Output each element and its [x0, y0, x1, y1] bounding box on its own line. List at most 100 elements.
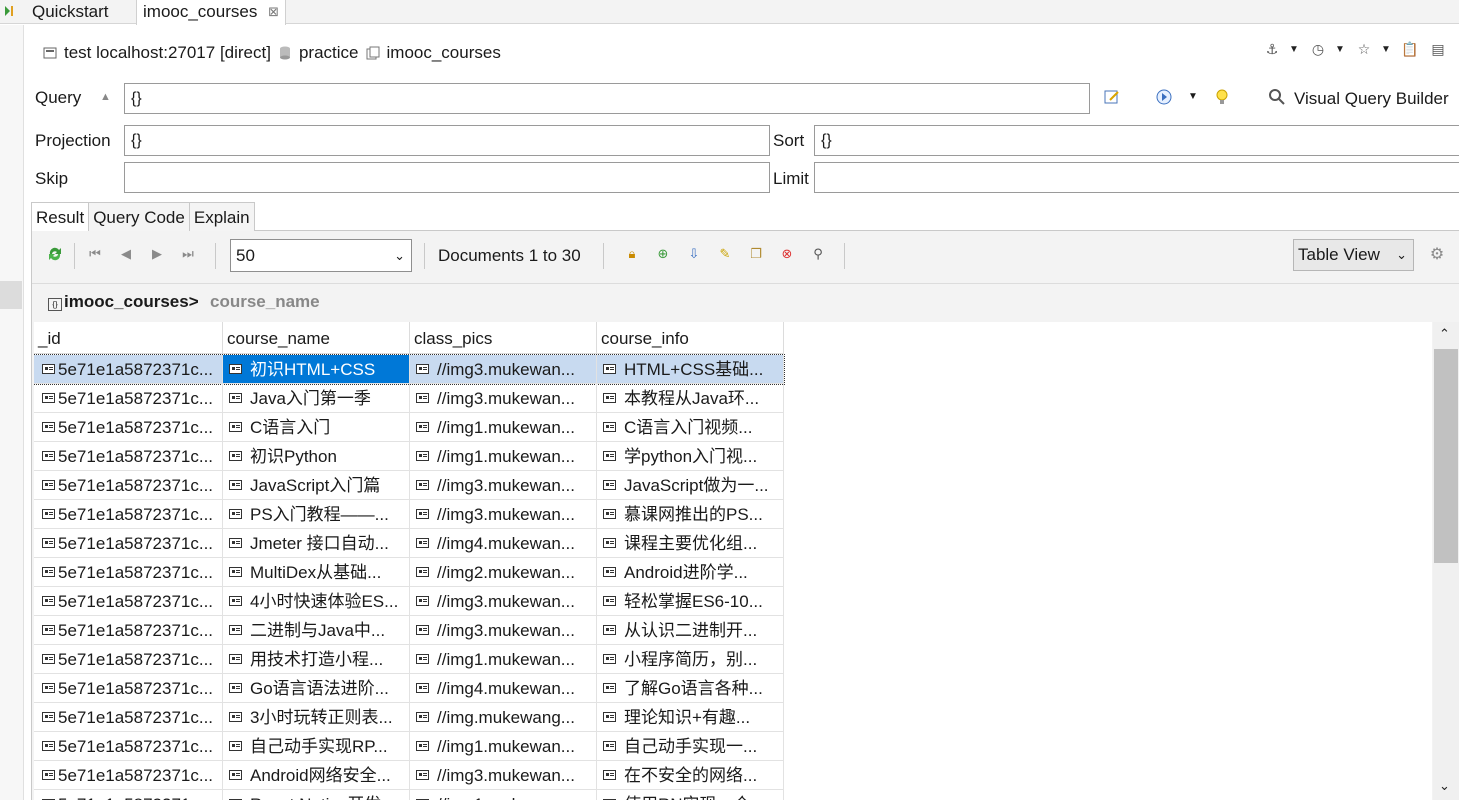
cell-course-name[interactable]: 初识HTML+CSS — [223, 355, 410, 384]
cell-course-name[interactable]: C语言入门 — [223, 413, 410, 442]
cell-id[interactable]: 5e71e1a5872371c... — [34, 616, 223, 645]
database-name[interactable]: practice — [299, 43, 359, 63]
table-row[interactable]: 5e71e1a5872371c... Java入门第一季 //img3.mukewa… — [34, 384, 784, 413]
cell-class-pics[interactable]: //img3.mukewan... — [410, 355, 597, 384]
table-row[interactable]: 5e71e1a5872371c... 3小时玩转正则表... //img.mukew… — [34, 703, 784, 732]
table-row[interactable]: 5e71e1a5872371c... PS入门教程——... //img3.muke… — [34, 500, 784, 529]
table-row[interactable]: 5e71e1a5872371c... 初识HTML+CSS //img3.mukew… — [34, 354, 785, 385]
cell-course-info[interactable]: 小程序简历，别... — [597, 645, 784, 674]
next-page-icon[interactable]: ▶ — [148, 245, 166, 263]
tab-explain[interactable]: Explain — [188, 202, 255, 231]
column-header-course-info[interactable]: course_info — [597, 322, 784, 354]
cell-id[interactable]: 5e71e1a5872371c... — [34, 529, 223, 558]
table-row[interactable]: 5e71e1a5872371c... JavaScript入门篇 //img3.mu… — [34, 471, 784, 500]
find-icon[interactable]: ⚲ — [809, 245, 827, 263]
chevron-down-icon[interactable]: ▼ — [1289, 44, 1301, 55]
cell-course-info[interactable]: 使用RN实现一个... — [597, 790, 784, 800]
first-page-icon[interactable]: ⏮ — [86, 245, 104, 263]
cell-class-pics[interactable]: //img1.mukewan... — [410, 645, 597, 674]
insert-json-icon[interactable]: ⇩ — [685, 245, 703, 263]
cell-id[interactable]: 5e71e1a5872371c... — [34, 558, 223, 587]
skip-input[interactable] — [124, 162, 770, 193]
column-header-id[interactable]: _id — [34, 322, 223, 354]
delete-document-icon[interactable]: ⊗ — [778, 245, 796, 263]
cell-course-info[interactable]: 自己动手实现一... — [597, 732, 784, 761]
scrollbar-thumb[interactable] — [1434, 349, 1458, 563]
table-row[interactable]: 5e71e1a5872371c... C语言入门 //img1.mukewan...… — [34, 413, 784, 442]
cell-course-name[interactable]: 3小时玩转正则表... — [223, 703, 410, 732]
query-input[interactable]: {} — [124, 83, 1090, 114]
table-row[interactable]: 5e71e1a5872371c... React Native开发... //img… — [34, 790, 784, 800]
cell-id[interactable]: 5e71e1a5872371c... — [34, 645, 223, 674]
cell-class-pics[interactable]: //img3.mukewan... — [410, 587, 597, 616]
refresh-icon[interactable] — [46, 245, 64, 263]
table-row[interactable]: 5e71e1a5872371c... MultiDex从基础... //img2.m… — [34, 558, 784, 587]
scroll-down-icon[interactable]: ⌄ — [1439, 778, 1450, 794]
cell-course-name[interactable]: PS入门教程——... — [223, 500, 410, 529]
cell-course-name[interactable]: Jmeter 接口自动... — [223, 529, 410, 558]
cell-course-info[interactable]: Android进阶学... — [597, 558, 784, 587]
cell-course-info[interactable]: 本教程从Java环... — [597, 384, 784, 413]
cell-course-info[interactable]: 了解Go语言各种... — [597, 674, 784, 703]
cell-id[interactable]: 5e71e1a5872371c... — [34, 355, 223, 384]
projection-input[interactable]: {} — [124, 125, 770, 156]
collection-name[interactable]: imooc_courses — [387, 43, 501, 63]
lock-icon[interactable]: 🔒︎ — [623, 245, 641, 263]
limit-input[interactable] — [814, 162, 1459, 193]
cell-id[interactable]: 5e71e1a5872371c... — [34, 674, 223, 703]
table-row[interactable]: 5e71e1a5872371c... 用技术打造小程... //img1.mukew… — [34, 645, 784, 674]
cell-course-name[interactable]: Go语言语法进阶... — [223, 674, 410, 703]
page-size-select[interactable]: 50 ⌄ — [230, 239, 412, 272]
cell-id[interactable]: 5e71e1a5872371c... — [34, 413, 223, 442]
cell-id[interactable]: 5e71e1a5872371c... — [34, 761, 223, 790]
sort-input[interactable]: {} — [814, 125, 1459, 156]
path-collection[interactable]: imooc_courses> — [64, 292, 199, 312]
cell-class-pics[interactable]: //img3.mukewan... — [410, 616, 597, 645]
cell-id[interactable]: 5e71e1a5872371c... — [34, 471, 223, 500]
collapse-icon[interactable]: ▲ — [100, 91, 111, 103]
lightbulb-icon[interactable] — [1214, 88, 1230, 106]
cell-course-info[interactable]: 慕课网推出的PS... — [597, 500, 784, 529]
paste-icon[interactable]: ▤ — [1427, 38, 1449, 60]
cell-class-pics[interactable]: //img4.mukewan... — [410, 674, 597, 703]
cell-id[interactable]: 5e71e1a5872371c... — [34, 384, 223, 413]
cell-course-info[interactable]: 课程主要优化组... — [597, 529, 784, 558]
table-row[interactable]: 5e71e1a5872371c... 初识Python //img1.mukewan… — [34, 442, 784, 471]
table-row[interactable]: 5e71e1a5872371c... 4小时快速体验ES... //img3.muk… — [34, 587, 784, 616]
cell-class-pics[interactable]: //img3.mukewan... — [410, 500, 597, 529]
cell-class-pics[interactable]: //img1.mukewan... — [410, 413, 597, 442]
run-query-icon[interactable] — [1155, 88, 1173, 106]
cell-course-info[interactable]: 学python入门视... — [597, 442, 784, 471]
cell-course-info[interactable]: 轻松掌握ES6-10... — [597, 587, 784, 616]
table-row[interactable]: 5e71e1a5872371c... Android网络安全... //img3.m… — [34, 761, 784, 790]
connection-name[interactable]: test localhost:27017 [direct] — [64, 43, 271, 63]
chevron-down-icon[interactable]: ▼ — [1188, 91, 1198, 102]
vertical-scrollbar[interactable]: ⌃ ⌄ — [1433, 322, 1459, 800]
cell-id[interactable]: 5e71e1a5872371c... — [34, 587, 223, 616]
star-icon[interactable]: ☆ — [1353, 38, 1375, 60]
cell-class-pics[interactable]: //img1.mukewan... — [410, 732, 597, 761]
cell-course-name[interactable]: Android网络安全... — [223, 761, 410, 790]
edit-document-icon[interactable]: ✎ — [716, 245, 734, 263]
scroll-up-icon[interactable]: ⌃ — [1439, 326, 1450, 342]
tab-imooc-courses[interactable]: imooc_courses ⊠ — [136, 0, 286, 25]
settings-gear-icon[interactable]: ⚙ — [1428, 245, 1446, 263]
add-document-icon[interactable]: ⊕ — [654, 245, 672, 263]
view-mode-select[interactable]: Table View ⌄ — [1293, 239, 1414, 271]
cell-class-pics[interactable]: //img3.mukewan... — [410, 761, 597, 790]
tab-query-code[interactable]: Query Code — [88, 202, 190, 231]
visual-query-builder-button[interactable]: Visual Query Builder — [1294, 86, 1449, 112]
cell-course-info[interactable]: JavaScript做为一... — [597, 471, 784, 500]
cell-course-info[interactable]: 在不安全的网络... — [597, 761, 784, 790]
cell-class-pics[interactable]: //img1.mukewan... — [410, 442, 597, 471]
table-row[interactable]: 5e71e1a5872371c... Jmeter 接口自动... //img4.m… — [34, 529, 784, 558]
cell-id[interactable]: 5e71e1a5872371c... — [34, 442, 223, 471]
tab-quickstart[interactable]: Quickstart — [0, 0, 134, 24]
chevron-down-icon[interactable]: ▼ — [1335, 44, 1347, 55]
cell-course-name[interactable]: JavaScript入门篇 — [223, 471, 410, 500]
cell-course-name[interactable]: 初识Python — [223, 442, 410, 471]
cell-class-pics[interactable]: //img4.mukewan... — [410, 529, 597, 558]
clone-document-icon[interactable]: ❐ — [747, 245, 765, 263]
cell-course-info[interactable]: HTML+CSS基础... — [597, 355, 784, 384]
cell-id[interactable]: 5e71e1a5872371c... — [34, 790, 223, 800]
